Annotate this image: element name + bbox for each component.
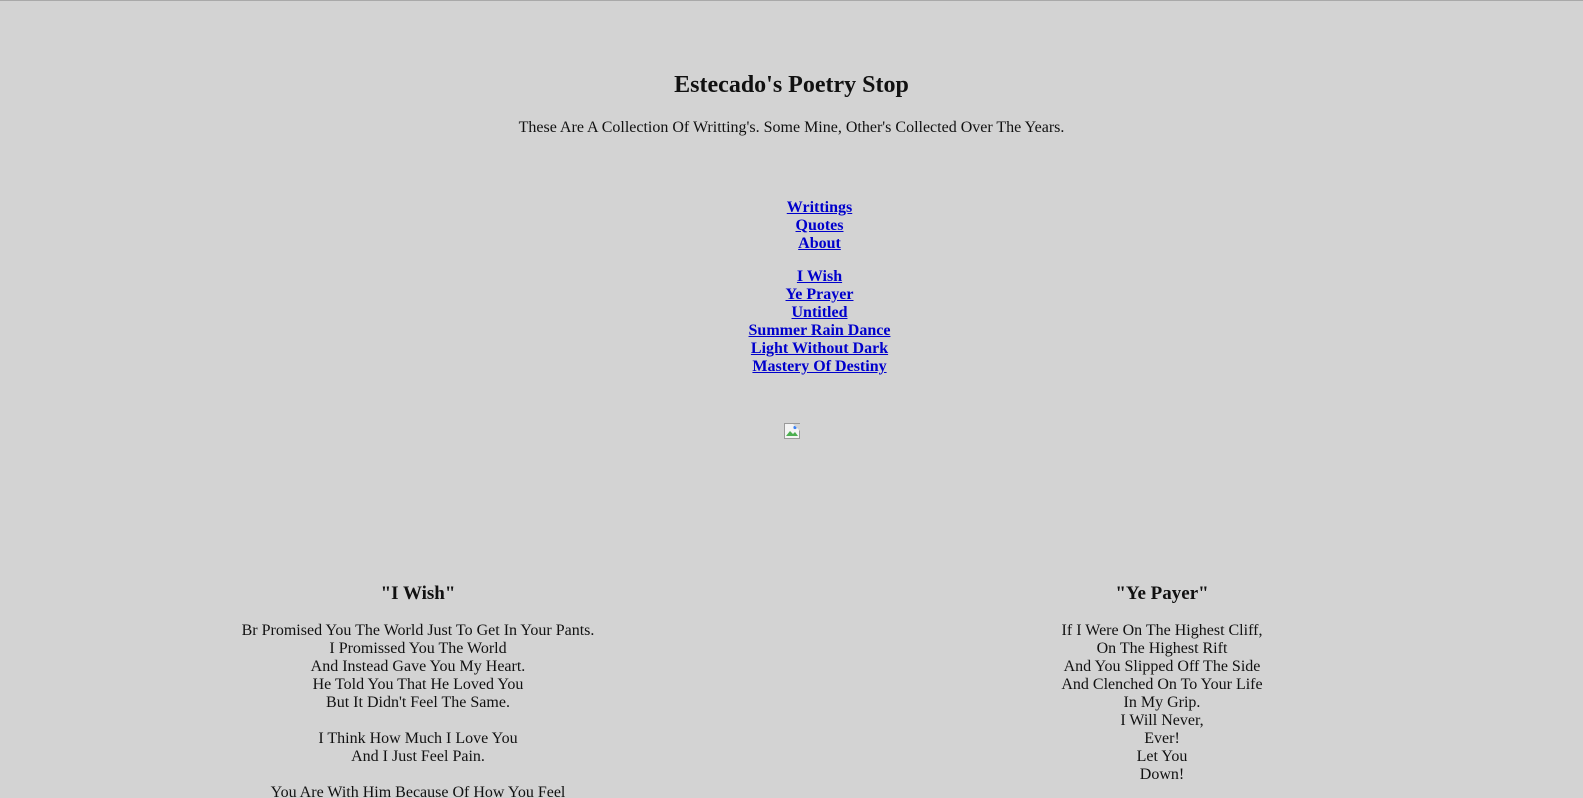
poem-line: And Clenched On To Your Life — [1061, 676, 1263, 693]
poem-line: But It Didn't Feel The Same. — [326, 694, 510, 711]
poem-line: Br Promised You The World Just To Get In… — [241, 622, 595, 639]
poem-title: "Ye Payer" — [1115, 583, 1209, 604]
poem-i-wish: "I Wish" Br Promised You The World Just … — [218, 584, 618, 798]
page-subtitle: These Are A Collection Of Writting's. So… — [518, 119, 1065, 136]
poem-line: In My Grip. — [1123, 694, 1201, 711]
poem-line: Let You — [1136, 748, 1188, 765]
poem-line: And You Slipped Off The Side — [1063, 658, 1261, 675]
page-title: Estecado's Poetry Stop — [674, 72, 909, 98]
poem-ye-payer: "Ye Payer" If I Were On The Highest Clif… — [962, 584, 1362, 798]
poem-line: And I Just Feel Pain. — [351, 748, 485, 765]
poem-line: I Will Never, — [1120, 712, 1204, 729]
nav-link-untitled[interactable]: Untitled — [28, 304, 1583, 322]
poem-line: I Think How Much I Love You — [318, 730, 518, 747]
poem-nav: I Wish Ye Prayer Untitled Summer Rain Da… — [28, 268, 1583, 376]
top-border — [0, 0, 1583, 1]
poem-line: Down! — [1139, 766, 1185, 783]
poem-line: I Promissed You The World — [329, 640, 507, 657]
nav-link-summer-rain-dance[interactable]: Summer Rain Dance — [28, 322, 1583, 340]
poem-title: "I Wish" — [380, 583, 456, 604]
poem-line: You Are With Him Because Of How You Feel — [270, 784, 566, 798]
nav-link-about[interactable]: About — [28, 235, 1583, 253]
page: Estecado's Poetry Stop These Are A Colle… — [0, 0, 1583, 798]
poem-line: On The Highest Rift — [1096, 640, 1228, 657]
poem-line: And Instead Gave You My Heart. — [310, 658, 526, 675]
nav-link-quotes[interactable]: Quotes — [28, 217, 1583, 235]
poem-line: If I Were On The Highest Cliff, — [1061, 622, 1263, 639]
poem-stanza: Br Promised You The World Just To Get In… — [218, 622, 618, 712]
main-nav: Writtings Quotes About — [28, 199, 1583, 253]
poem-line: He Told You That He Loved You — [312, 676, 524, 693]
poem-stanza: If I Were On The Highest Cliff, On The H… — [962, 622, 1362, 784]
nav-link-writtings[interactable]: Writtings — [28, 199, 1583, 217]
poem-stanza: I Think How Much I Love You And I Just F… — [218, 730, 618, 766]
broken-image-icon — [784, 423, 800, 439]
poem-stanza: You Are With Him Because Of How You Feel — [218, 784, 618, 798]
nav-link-i-wish[interactable]: I Wish — [28, 268, 1583, 286]
poem-line: Ever! — [1144, 730, 1180, 747]
nav-link-ye-prayer[interactable]: Ye Prayer — [28, 286, 1583, 304]
nav-link-light-without-dark[interactable]: Light Without Dark — [28, 340, 1583, 358]
nav-link-mastery-of-destiny[interactable]: Mastery Of Destiny — [28, 358, 1583, 376]
